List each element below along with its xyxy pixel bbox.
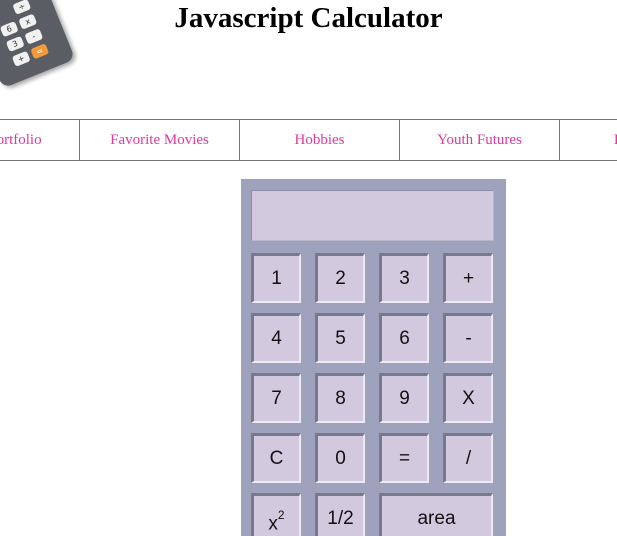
page-title: Javascript Calculator — [174, 2, 443, 34]
area-button[interactable]: area — [379, 493, 493, 536]
square-button-exponent: 2 — [277, 508, 285, 522]
key-0-button[interactable]: 0 — [315, 433, 365, 483]
multiply-button[interactable]: X — [443, 373, 493, 423]
key-9-button[interactable]: 9 — [379, 373, 429, 423]
key-5-button[interactable]: 5 — [315, 313, 365, 363]
nav-link-pet-care[interactable]: Pet Care — [560, 120, 617, 160]
calculator-display — [251, 190, 494, 241]
nav-bar: Web Portfolio Favorite Movies Hobbies Yo… — [0, 119, 617, 161]
nav-link-favorite-movies[interactable]: Favorite Movies — [80, 120, 240, 160]
equals-button[interactable]: = — [379, 433, 429, 483]
key-8-button[interactable]: 8 — [315, 373, 365, 423]
key-2-button[interactable]: 2 — [315, 253, 365, 303]
key-6-button[interactable]: 6 — [379, 313, 429, 363]
square-button[interactable]: x2 — [251, 493, 301, 536]
nav-link-hobbies[interactable]: Hobbies — [240, 120, 400, 160]
nav-link-web-portfolio[interactable]: Web Portfolio — [0, 120, 80, 160]
key-1-button[interactable]: 1 — [251, 253, 301, 303]
clear-button[interactable]: C — [251, 433, 301, 483]
half-button[interactable]: 1/2 — [315, 493, 365, 536]
key-7-button[interactable]: 7 — [251, 373, 301, 423]
key-4-button[interactable]: 4 — [251, 313, 301, 363]
subtract-button[interactable]: - — [443, 313, 493, 363]
add-button[interactable]: + — [443, 253, 493, 303]
page: ÷ 6 x 3 - + = Javascript Calculator Web … — [0, 0, 617, 536]
calculator: 1 2 3 + 4 5 6 - 7 8 9 X C 0 = / x2 1/2 a… — [241, 179, 506, 536]
key-3-button[interactable]: 3 — [379, 253, 429, 303]
nav-link-youth-futures[interactable]: Youth Futures — [400, 120, 560, 160]
divide-button[interactable]: / — [443, 433, 493, 483]
square-button-base: x — [268, 513, 278, 535]
